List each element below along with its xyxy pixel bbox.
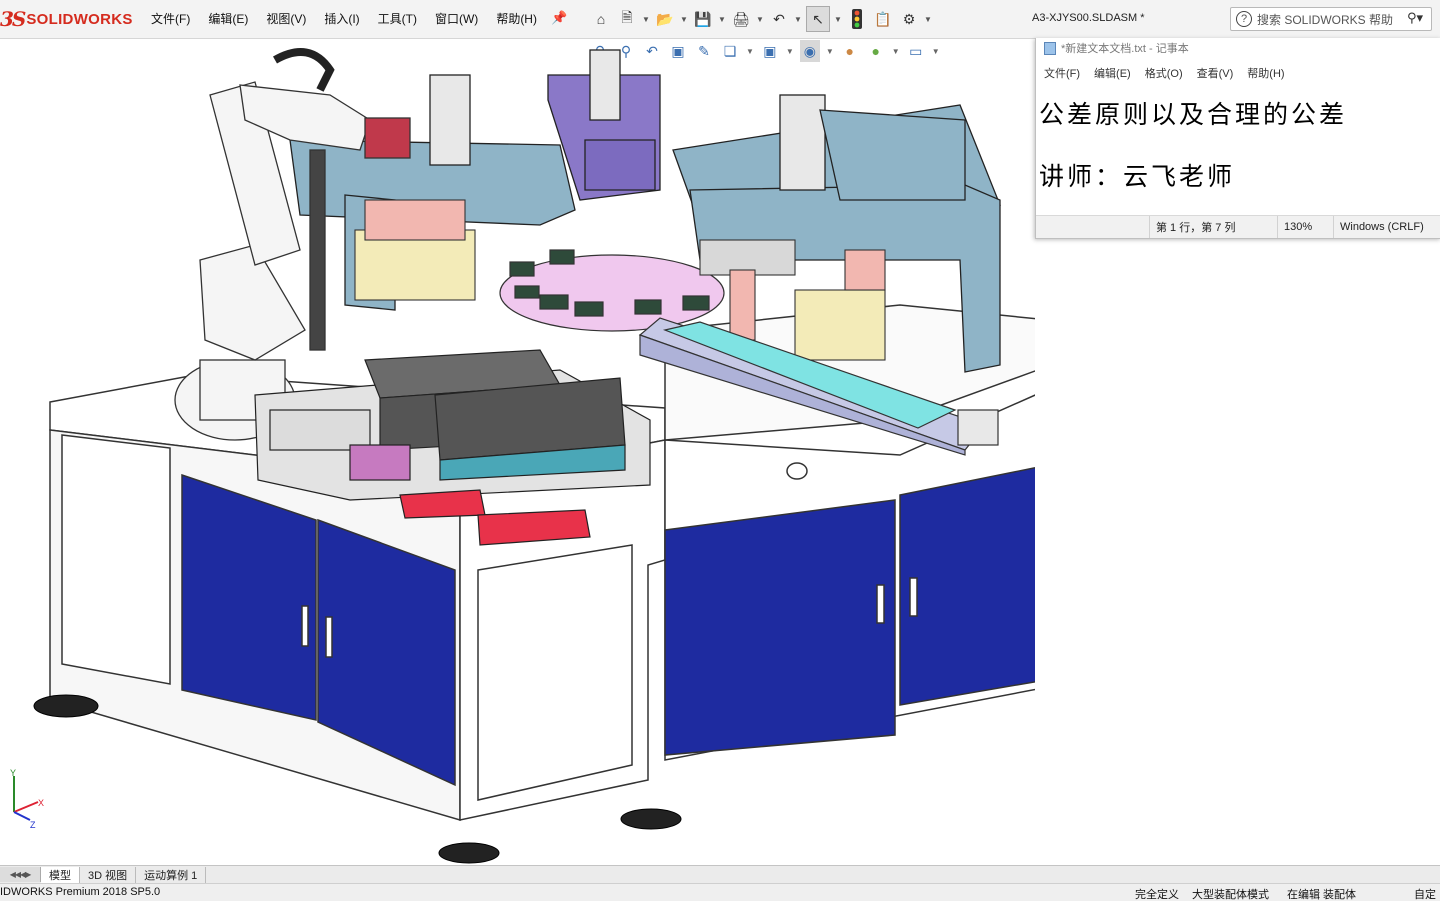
search-placeholder: 搜索 SOLIDWORKS 帮助 xyxy=(1257,12,1394,27)
chevron-down-icon[interactable]: ▼ xyxy=(642,15,650,24)
text-line: 讲师：云飞老师 xyxy=(1039,162,1236,191)
search-icon[interactable]: ⚲▾ xyxy=(1407,10,1423,26)
save-icon[interactable]: 💾 xyxy=(692,7,714,31)
menu-help[interactable]: 帮助(H) xyxy=(495,8,538,29)
cabinet-door xyxy=(664,499,896,756)
notepad-menu-format[interactable]: 格式(O) xyxy=(1145,65,1183,81)
chevron-down-icon[interactable]: ▼ xyxy=(924,15,932,24)
status-bar: IDWORKS Premium 2018 SP5.0 完全定义 大型装配体模式 … xyxy=(0,883,1440,901)
svg-text:X: X xyxy=(38,798,44,808)
chevron-down-icon[interactable]: ▼ xyxy=(680,15,688,24)
menu-file[interactable]: 文件(F) xyxy=(150,8,191,29)
notepad-status-bar: 第 1 行，第 7 列 130% Windows (CRLF) xyxy=(1036,215,1440,238)
notepad-menu-file[interactable]: 文件(F) xyxy=(1044,65,1080,81)
notepad-window[interactable]: *新建文本文档.txt - 记事本 文件(F) 编辑(E) 格式(O) 查看(V… xyxy=(1035,38,1440,239)
app-name: SOLIDWORKS xyxy=(26,10,133,28)
notepad-title-bar[interactable]: *新建文本文档.txt - 记事本 xyxy=(1036,38,1440,58)
cursor-position: 第 1 行，第 7 列 xyxy=(1149,216,1277,238)
ds-logo-mark: 3S xyxy=(0,7,26,31)
notepad-menu-help[interactable]: 帮助(H) xyxy=(1247,65,1284,81)
home-icon[interactable]: ⌂ xyxy=(590,7,612,31)
chevron-down-icon[interactable]: ▼ xyxy=(794,15,802,24)
file-properties-icon[interactable]: 📋 xyxy=(872,7,894,31)
tab-scroll-arrows-icon[interactable]: ◀◀◀▶ xyxy=(0,867,41,882)
chevron-down-icon[interactable]: ▼ xyxy=(718,15,726,24)
model-tabs: ◀◀◀▶ 模型 3D 视图 运动算例 1 xyxy=(0,865,1440,883)
select-icon[interactable]: ↖ xyxy=(806,6,830,32)
help-icon: ? xyxy=(1236,11,1252,27)
pin-icon[interactable]: 📌 xyxy=(551,10,567,26)
menu-insert[interactable]: 插入(I) xyxy=(323,8,360,29)
print-icon[interactable]: 🖨 xyxy=(730,7,752,31)
settings-gear-icon[interactable]: ⚙ xyxy=(898,7,920,31)
help-search-box[interactable]: ? 搜索 SOLIDWORKS 帮助 ⚲▾ xyxy=(1230,7,1432,31)
menu-edit[interactable]: 编辑(E) xyxy=(207,8,249,29)
status-spacer xyxy=(1036,216,1149,238)
zoom-level: 130% xyxy=(1277,216,1333,238)
notepad-title: *新建文本文档.txt - 记事本 xyxy=(1061,43,1189,55)
tab-model[interactable]: 模型 xyxy=(41,866,80,883)
menu-view[interactable]: 视图(V) xyxy=(265,8,307,29)
notepad-menu: 文件(F) 编辑(E) 格式(O) 查看(V) 帮助(H) xyxy=(1036,62,1440,84)
version-text: IDWORKS Premium 2018 SP5.0 xyxy=(0,886,161,898)
svg-text:Y: Y xyxy=(10,768,16,778)
text-line: 公差原则以及合理的公差 xyxy=(1039,100,1348,129)
notepad-icon xyxy=(1044,41,1056,55)
quick-access-toolbar: ⌂ 🗎 ▼ 📂 ▼ 💾 ▼ 🖨 ▼ ↶ ▼ ↖ ▼ 📋 ⚙ ▼ xyxy=(590,6,932,32)
menu-tools[interactable]: 工具(T) xyxy=(377,8,418,29)
new-document-icon[interactable]: 🗎 xyxy=(616,7,638,31)
tab-motion-study[interactable]: 运动算例 1 xyxy=(136,866,207,883)
rotary-turntable xyxy=(499,249,725,332)
document-title: A3-XJYS00.SLDASM * xyxy=(1032,12,1145,24)
notepad-menu-view[interactable]: 查看(V) xyxy=(1197,65,1234,81)
open-icon[interactable]: 📂 xyxy=(654,7,676,31)
3d-viewport[interactable]: Y X Z xyxy=(0,38,1035,864)
notepad-menu-edit[interactable]: 编辑(E) xyxy=(1094,65,1131,81)
menu-bar: 文件(F) 编辑(E) 视图(V) 插入(I) 工具(T) 窗口(W) 帮助(H… xyxy=(150,8,538,29)
traffic-light-icon[interactable] xyxy=(846,7,868,31)
line-ending: Windows (CRLF) xyxy=(1333,216,1440,238)
title-bar: 3S SOLIDWORKS 文件(F) 编辑(E) 视图(V) 插入(I) 工具… xyxy=(0,0,1440,39)
tab-3d-view[interactable]: 3D 视图 xyxy=(80,866,137,883)
coordinate-triad: Y X Z xyxy=(10,768,44,830)
chevron-down-icon[interactable]: ▼ xyxy=(756,15,764,24)
solidworks-logo: 3S SOLIDWORKS xyxy=(0,6,133,32)
menu-window[interactable]: 窗口(W) xyxy=(434,8,479,29)
svg-text:Z: Z xyxy=(30,820,36,830)
chevron-down-icon[interactable]: ▼ xyxy=(834,15,842,24)
undo-icon[interactable]: ↶ xyxy=(768,7,790,31)
notepad-text-area[interactable]: 公差原则以及合理的公差 讲师：云飞老师 xyxy=(1039,84,1347,208)
